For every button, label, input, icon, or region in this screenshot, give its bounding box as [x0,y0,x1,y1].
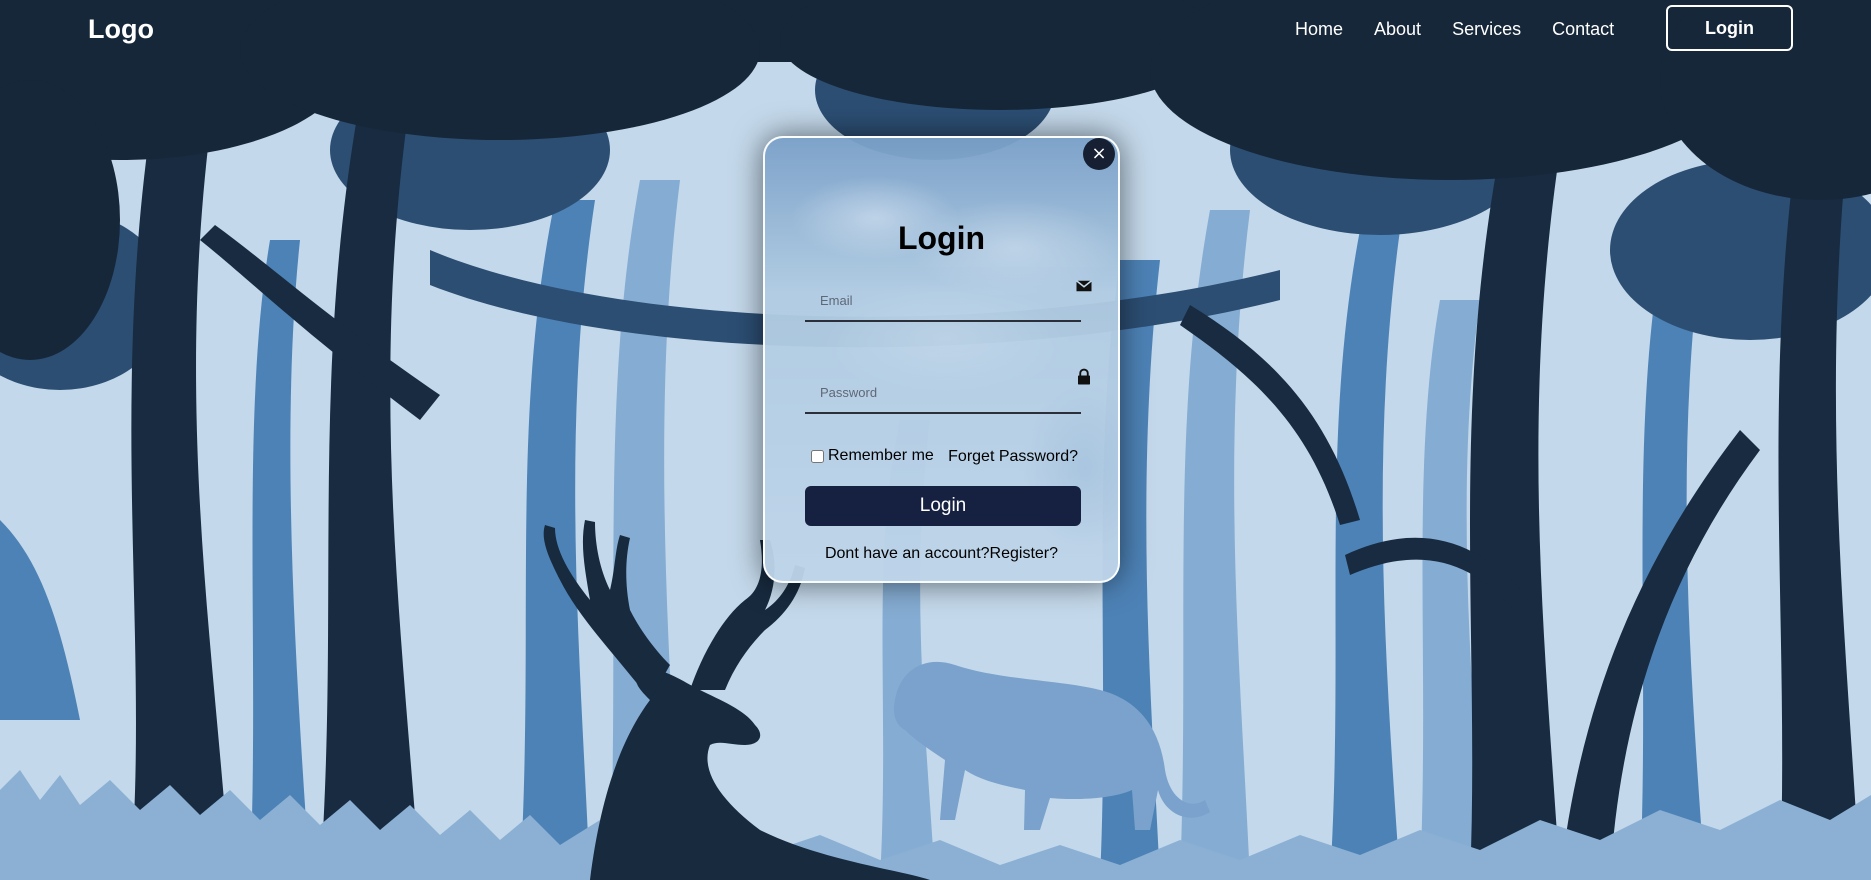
nav-home[interactable]: Home [1295,19,1343,40]
password-field-group [805,368,1090,414]
remember-me-label: Remember me [828,447,934,464]
register-link[interactable]: Register? [990,545,1058,562]
main-nav: Home About Services Contact [1295,19,1614,40]
email-field-group [805,280,1092,322]
nav-services[interactable]: Services [1452,19,1521,40]
header-login-button[interactable]: Login [1666,5,1793,51]
nav-about[interactable]: About [1374,19,1421,40]
modal-title: Login [897,220,986,256]
envelope-icon [1076,280,1092,292]
nav-contact[interactable]: Contact [1552,19,1614,40]
lock-icon [1078,368,1090,385]
login-modal: × Login Remember me Forget Password? Log… [763,136,1120,583]
close-icon[interactable]: × [1083,138,1115,170]
email-field[interactable] [805,280,1062,320]
register-row: Dont have an account?Register? [765,545,1118,563]
site-header: Logo Home About Services Contact Login [0,0,1871,62]
register-prompt: Dont have an account? [824,545,990,562]
forgot-password-link[interactable]: Forget Password? [948,448,1078,466]
remember-me: Remember me [811,447,934,465]
login-submit-button[interactable]: Login [805,486,1081,526]
logo: Logo [88,14,154,44]
password-field[interactable] [805,372,1062,412]
remember-me-checkbox[interactable] [811,449,824,463]
